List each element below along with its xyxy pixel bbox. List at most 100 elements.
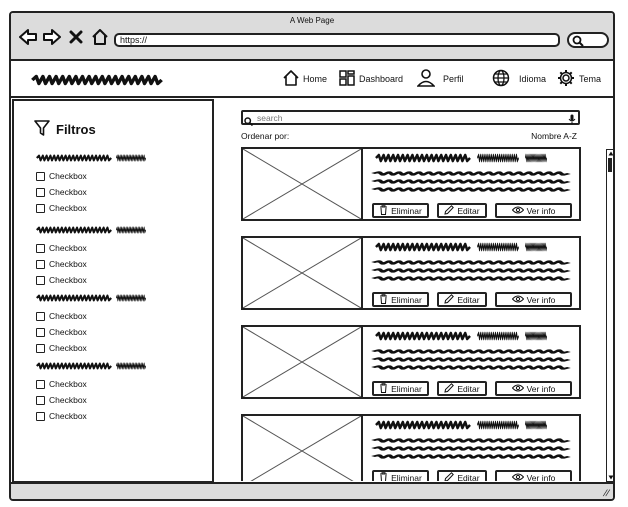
resize-grip-icon[interactable]: // [602,488,611,498]
checkbox-row[interactable]: Checkbox [36,324,146,340]
filter-group: Checkbox Checkbox Checkbox [36,222,146,288]
checkbox-label: Checkbox [49,171,87,181]
edit-label: Editar [457,472,480,482]
vertical-scrollbar[interactable] [606,149,614,482]
checkbox[interactable] [36,311,45,321]
edit-label: Editar [457,294,480,305]
view-info-button[interactable]: Ver info [495,292,572,307]
forward-icon[interactable] [42,27,62,47]
checkbox-row[interactable]: Checkbox [36,240,146,256]
checkbox-label: Checkbox [49,243,87,253]
result-text-placeholder [363,420,579,466]
checkbox-row[interactable]: Checkbox [36,340,146,356]
home-icon [283,70,299,88]
sort-label: Ordenar por: [241,131,290,141]
checkbox[interactable] [36,203,45,213]
image-placeholder [241,236,363,310]
delete-button[interactable]: Eliminar [372,381,429,396]
nav-home-label: Home [303,74,328,84]
checkbox-row[interactable]: Checkbox [36,376,146,392]
filter-group-heading [36,294,146,302]
checkbox[interactable] [36,327,45,337]
checkbox[interactable] [36,275,45,285]
close-icon[interactable] [66,27,86,47]
trash-icon [379,293,388,306]
view-info-button[interactable]: Ver info [495,203,572,218]
filter-group-heading [36,362,146,370]
checkbox-label: Checkbox [49,411,87,421]
url-bar[interactable]: https:// [114,33,560,47]
browser-window: A Web Page https:// Home Dashboard Perfi… [9,11,615,501]
scroll-thumb[interactable] [608,158,612,172]
checkbox[interactable] [36,343,45,353]
checkbox-row[interactable]: Checkbox [36,168,146,184]
logo [31,72,163,93]
edit-button[interactable]: Editar [437,470,487,481]
delete-label: Eliminar [391,294,422,305]
edit-button[interactable]: Editar [437,203,487,218]
pencil-icon [444,471,455,481]
image-placeholder [241,414,363,481]
nav-dashboard[interactable]: Dashboard [339,69,403,89]
gear-icon [557,69,575,89]
filter-icon [34,120,50,139]
browser-search-button[interactable] [567,32,609,48]
view-info-label: Ver info [526,205,556,216]
checkbox-row[interactable]: Checkbox [36,256,146,272]
results-list: Eliminar Editar Ver info Eliminar Editar… [241,147,591,481]
edit-button[interactable]: Editar [437,381,487,396]
trash-icon [379,382,388,395]
checkbox[interactable] [36,171,45,181]
trash-icon [379,204,388,217]
checkbox-row[interactable]: Checkbox [36,308,146,324]
view-info-button[interactable]: Ver info [495,381,572,396]
delete-button[interactable]: Eliminar [372,292,429,307]
edit-label: Editar [457,205,480,216]
checkbox-label: Checkbox [49,259,87,269]
eye-icon [511,206,524,216]
checkbox[interactable] [36,395,45,405]
view-info-label: Ver info [526,294,556,305]
checkbox-label: Checkbox [49,187,87,197]
nav-profile[interactable]: Perfil [416,69,464,89]
checkbox-row[interactable]: Checkbox [36,392,146,408]
filters-title: Filtros [56,122,96,137]
pencil-icon [444,204,455,217]
checkbox-label: Checkbox [49,343,87,353]
nav-theme[interactable]: Tema [557,69,601,89]
checkbox[interactable] [36,187,45,197]
checkbox[interactable] [36,411,45,421]
nav-language[interactable]: Idioma [492,69,546,89]
view-info-label: Ver info [526,383,556,394]
delete-button[interactable]: Eliminar [372,203,429,218]
delete-label: Eliminar [391,205,422,216]
checkbox-row[interactable]: Checkbox [36,200,146,216]
edit-button[interactable]: Editar [437,292,487,307]
checkbox-row[interactable]: Checkbox [36,272,146,288]
checkbox[interactable] [36,379,45,389]
checkbox[interactable] [36,259,45,269]
home-icon[interactable] [90,27,110,47]
back-icon[interactable] [18,27,38,47]
delete-button[interactable]: Eliminar [372,470,429,481]
image-placeholder [241,325,363,399]
checkbox-label: Checkbox [49,379,87,389]
delete-label: Eliminar [391,472,422,482]
status-bar: // [11,482,613,499]
checkbox-row[interactable]: Checkbox [36,408,146,424]
scroll-up-icon[interactable] [608,151,614,156]
checkbox-label: Checkbox [49,275,87,285]
nav-home[interactable]: Home [283,69,327,89]
result-text-placeholder [363,242,579,288]
scroll-down-icon[interactable] [608,475,614,480]
microphone-icon[interactable] [568,112,576,130]
view-info-button[interactable]: Ver info [495,470,572,481]
checkbox-label: Checkbox [49,203,87,213]
eye-icon [511,473,524,482]
image-placeholder [241,147,363,221]
checkbox-row[interactable]: Checkbox [36,184,146,200]
checkbox[interactable] [36,243,45,253]
checkbox-label: Checkbox [49,395,87,405]
sort-dropdown[interactable]: Nombre A-Z [531,131,577,141]
search-input[interactable] [241,110,580,125]
